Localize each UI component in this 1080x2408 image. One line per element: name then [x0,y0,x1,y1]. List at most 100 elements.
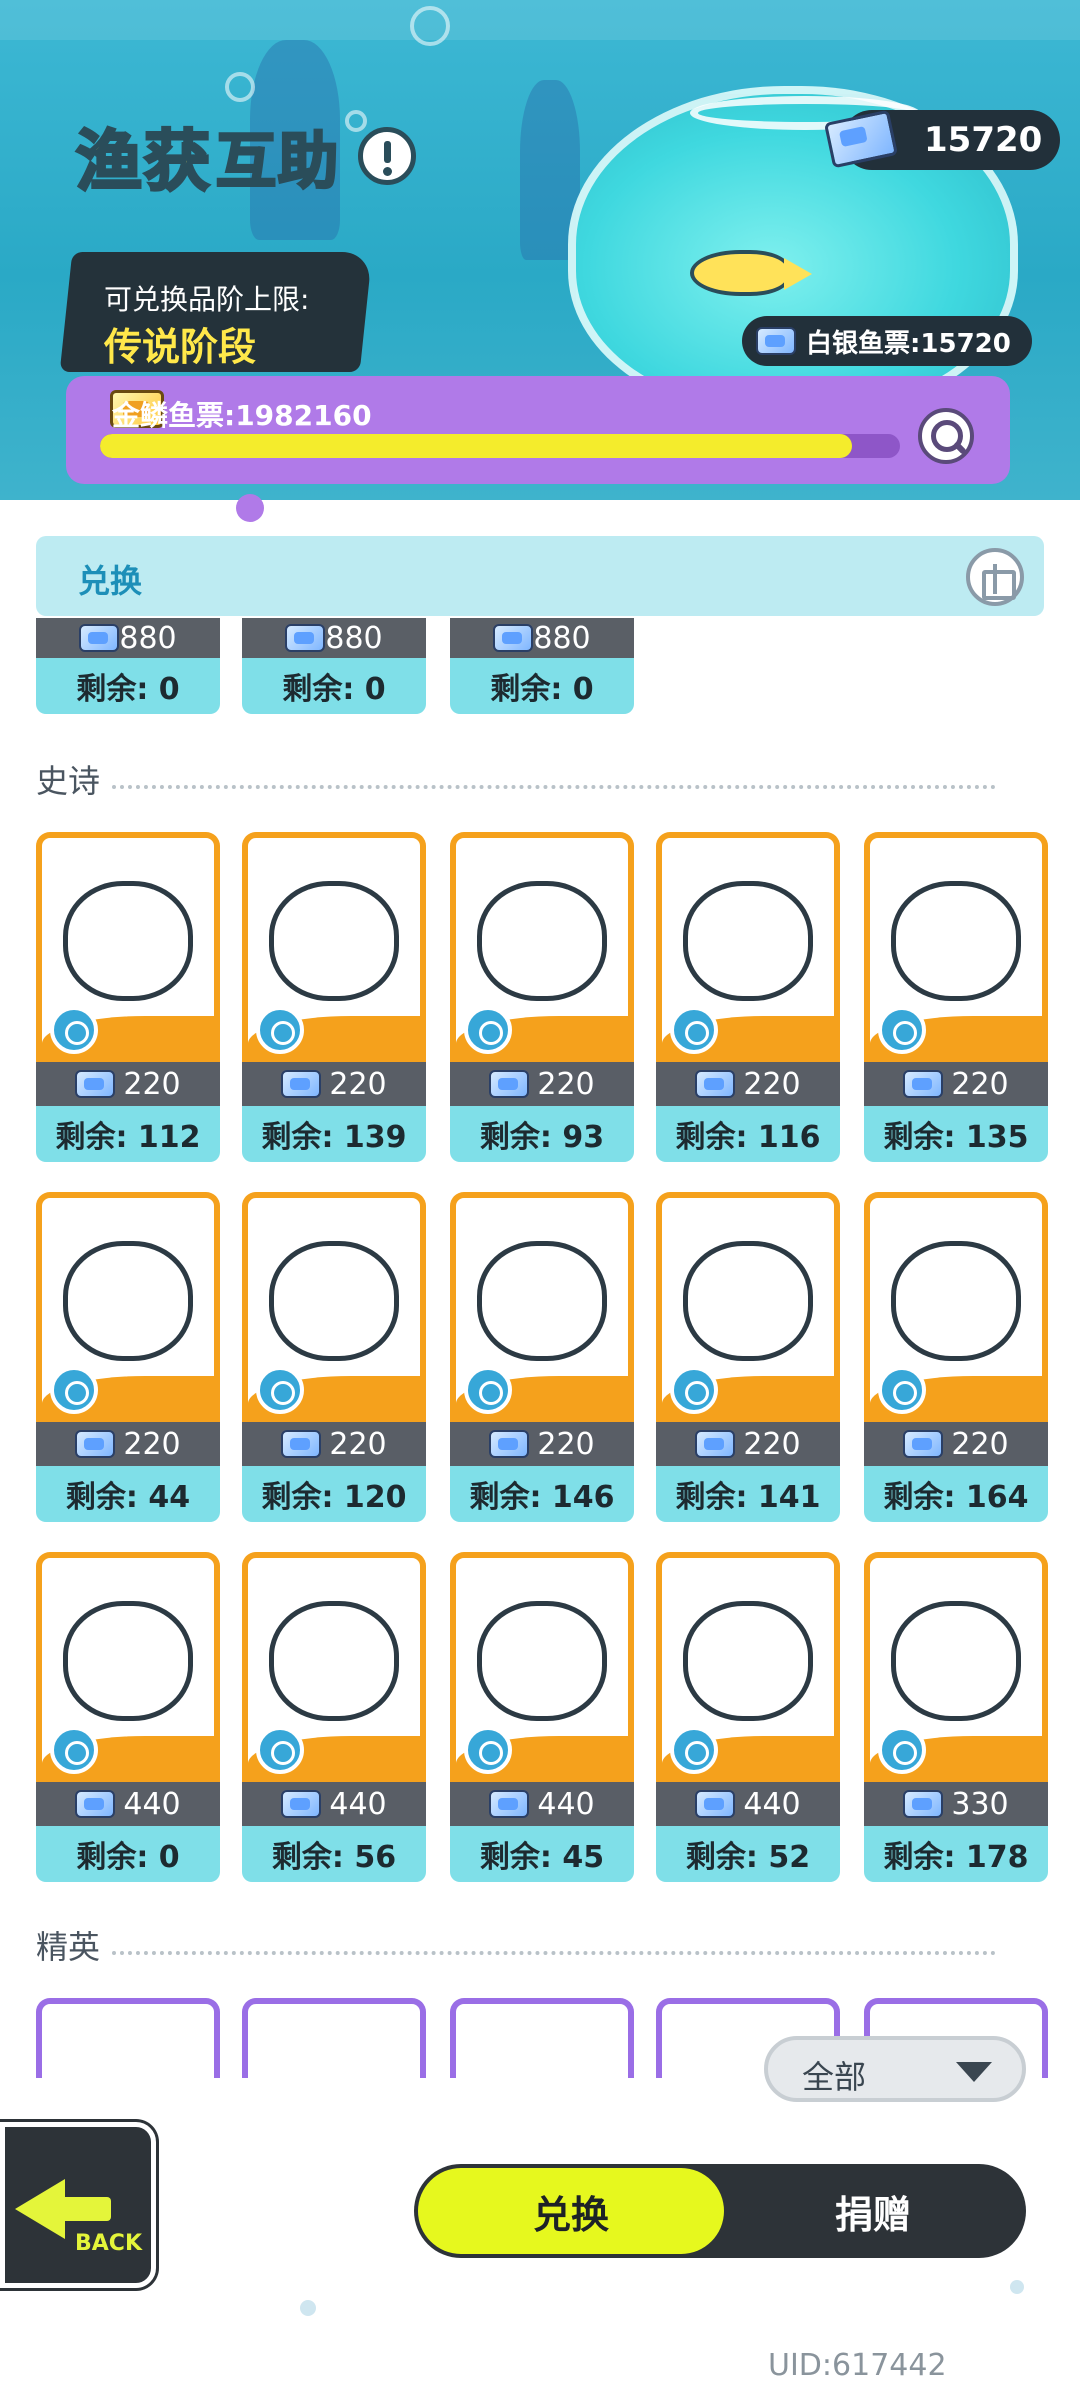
category-badge-icon [464,1726,512,1774]
item-remaining: 剩余: 146 [450,1466,634,1522]
item-card[interactable]: 440 剩余: 45 [450,1552,634,1882]
item-remaining: 剩余: 141 [656,1466,840,1522]
gift-icon[interactable] [966,548,1024,606]
item-card[interactable]: 220 剩余: 44 [36,1192,220,1522]
gold-progress-fill [100,434,852,458]
item-list[interactable]: 880 剩余: 0 880 剩余: 0 880 剩余: 0 史诗 220 剩余: … [0,618,1080,2078]
item-art [656,832,840,1062]
category-badge-icon [256,1366,304,1414]
ticket-icon [285,624,326,652]
sea-slug-icon [683,1241,813,1362]
ticket-icon [903,1070,944,1098]
item-card[interactable]: 220 剩余: 93 [450,832,634,1162]
conch-icon [269,1601,399,1722]
item-price: 440 [537,1786,595,1822]
header-banner: 渔获 互助 可兑换品阶上限: 传说阶段 15720 白银鱼票:15720 金鳞鱼… [0,0,1080,500]
sponge-icon [683,881,813,1002]
item-card[interactable]: 220 剩余: 135 [864,832,1048,1162]
item-card[interactable]: 220 剩余: 112 [36,832,220,1162]
ticket-icon [903,1430,944,1458]
decor-dot [236,494,264,522]
ticket-icon [489,1790,530,1818]
ticket-icon [281,1430,322,1458]
item-card[interactable]: 220 剩余: 120 [242,1192,426,1522]
category-badge-icon [670,1006,718,1054]
shell-icon [63,1241,193,1362]
item-price: 220 [951,1426,1009,1462]
bowl-fish-icon [690,250,812,296]
item-card[interactable]: 220 剩余: 139 [242,832,426,1162]
ticket-icon [281,1790,322,1818]
tab-donate[interactable]: 捐赠 [720,2164,1026,2258]
price-row: 440 [656,1782,840,1826]
item-card[interactable]: 440 剩余: 56 [242,1552,426,1882]
item-card[interactable]: 220 剩余: 164 [864,1192,1048,1522]
info-icon[interactable] [358,127,416,185]
search-icon[interactable] [918,408,974,464]
tab-exchange[interactable]: 兑换 [418,2168,724,2254]
item-remaining: 剩余: 0 [36,658,220,714]
item-card[interactable]: 220 剩余: 141 [656,1192,840,1522]
category-label: 精英 [36,1928,101,1966]
category-badge-icon [50,1006,98,1054]
item-art [242,832,426,1062]
top-currency-display: 15720 [823,109,1060,170]
back-arrow-tail [61,2197,111,2221]
item-remaining: 剩余: 0 [450,658,634,714]
item-card[interactable]: 440 剩余: 52 [656,1552,840,1882]
item-card[interactable]: 440 剩余: 0 [36,1552,220,1882]
category-badge-icon [464,1006,512,1054]
header-stripe [0,0,1080,40]
ticket-icon [493,624,534,652]
ticket-icon [79,624,120,652]
category-badge-icon [670,1726,718,1774]
back-label: BACK [75,2231,142,2256]
category-badge-icon [256,1006,304,1054]
price-row: 220 [656,1062,840,1106]
item-price: 220 [743,1066,801,1102]
uid-label: UID:617442 [768,2348,947,2383]
ore-icon [891,1601,1021,1722]
item-art [36,1552,220,1782]
price-row: 220 [450,1422,634,1466]
item-card-partial[interactable]: 880 剩余: 0 [242,618,426,714]
filter-dropdown[interactable]: 全部 [764,2036,1026,2102]
chevron-down-icon [956,2062,992,2082]
title-main: 渔获 [75,122,212,202]
item-price: 220 [537,1066,595,1102]
ticket-icon [695,1070,736,1098]
ticket-icon [75,1070,116,1098]
category-badge-icon [464,1366,512,1414]
category-badge-icon [256,1726,304,1774]
item-card-elite[interactable] [242,1998,426,2078]
item-card[interactable]: 220 剩余: 116 [656,832,840,1162]
price-row: 220 [242,1422,426,1466]
item-art [864,832,1048,1062]
ticket-icon [75,1790,116,1818]
item-price: 880 [325,620,383,656]
item-remaining: 剩余: 139 [242,1106,426,1162]
ticket-icon [695,1430,736,1458]
back-button[interactable]: BACK [0,2122,156,2288]
item-card[interactable]: 220 剩余: 146 [450,1192,634,1522]
item-remaining: 剩余: 135 [864,1106,1048,1162]
item-card-elite[interactable] [36,1998,220,2078]
item-card-partial[interactable]: 880 剩余: 0 [450,618,634,714]
item-art [450,1552,634,1782]
category-badge-icon [670,1366,718,1414]
item-card[interactable]: 330 剩余: 178 [864,1552,1048,1882]
item-price: 220 [743,1426,801,1462]
page-title: 渔获 互助 [75,108,416,204]
price-row: 220 [36,1422,220,1466]
mode-toggle[interactable]: 兑换 捐赠 [414,2164,1026,2258]
coral-icon [683,1601,813,1722]
item-card-elite[interactable] [450,1998,634,2078]
silver-ticket-value: 白银鱼票:15720 [806,328,1011,359]
gold-progress-bar [100,434,900,458]
item-price: 440 [123,1786,181,1822]
price-row: 220 [450,1062,634,1106]
item-art [450,832,634,1062]
item-price: 880 [119,620,177,656]
item-remaining: 剩余: 44 [36,1466,220,1522]
item-card-partial[interactable]: 880 剩余: 0 [36,618,220,714]
